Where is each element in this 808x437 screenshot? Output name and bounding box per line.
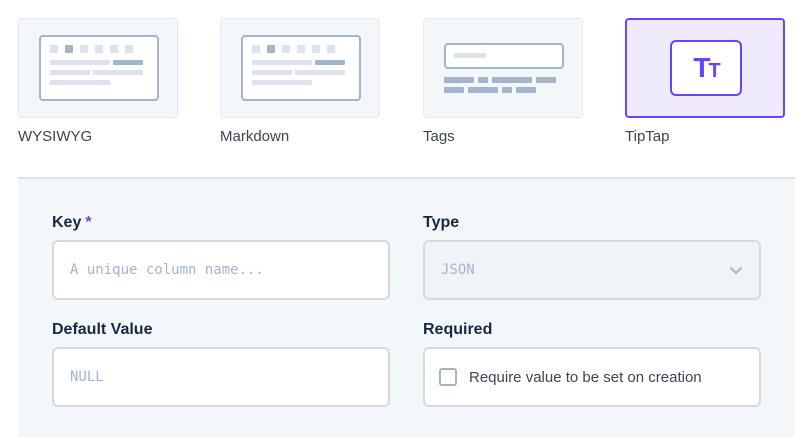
key-label: Key * — [52, 213, 92, 233]
tiptap-icon-small-letter: T — [708, 60, 720, 82]
tags-card[interactable] — [423, 18, 583, 118]
interface-label: Markdown — [220, 128, 290, 145]
key-input[interactable] — [70, 262, 372, 278]
tiptap-icon-big-letter: T — [693, 52, 710, 83]
required-checkbox-label: Require value to be set on creation — [469, 368, 702, 386]
required-label: Required — [423, 321, 493, 338]
interface-selector: WYSIWYG Markdown Tags TT TipTap — [18, 18, 786, 146]
type-select-value: JSON — [441, 262, 475, 278]
default-value-input-wrapper — [52, 347, 390, 407]
interface-option-markdown[interactable]: Markdown — [220, 18, 380, 146]
interface-option-tags[interactable]: Tags — [423, 18, 583, 146]
markdown-preview-icon — [241, 35, 361, 101]
required-marker: * — [85, 214, 92, 231]
tiptap-text-icon: TT — [670, 40, 742, 96]
wysiwyg-preview-icon — [39, 35, 159, 101]
interface-label: WYSIWYG — [18, 128, 93, 145]
tiptap-card[interactable]: TT — [625, 18, 785, 118]
markdown-card[interactable] — [220, 18, 380, 118]
chevron-down-icon — [730, 267, 742, 274]
type-select[interactable]: JSON — [423, 240, 761, 300]
interface-option-tiptap[interactable]: TT TipTap — [625, 18, 785, 146]
field-settings-panel: Key* Type JSON Default Value Required Re… — [18, 179, 795, 437]
type-label: Type — [423, 214, 460, 231]
required-checkbox[interactable] — [439, 368, 457, 386]
key-input-wrapper — [52, 240, 390, 300]
wysiwyg-card[interactable] — [18, 18, 178, 118]
interface-label: Tags — [423, 128, 455, 145]
interface-option-wysiwyg[interactable]: WYSIWYG — [18, 18, 178, 146]
default-value-input[interactable] — [70, 369, 372, 385]
default-value-label: Default Value — [52, 321, 153, 338]
key-label-text: Key — [52, 214, 82, 231]
required-checkbox-field[interactable]: Require value to be set on creation — [423, 347, 761, 407]
interface-label: TipTap — [625, 128, 670, 145]
